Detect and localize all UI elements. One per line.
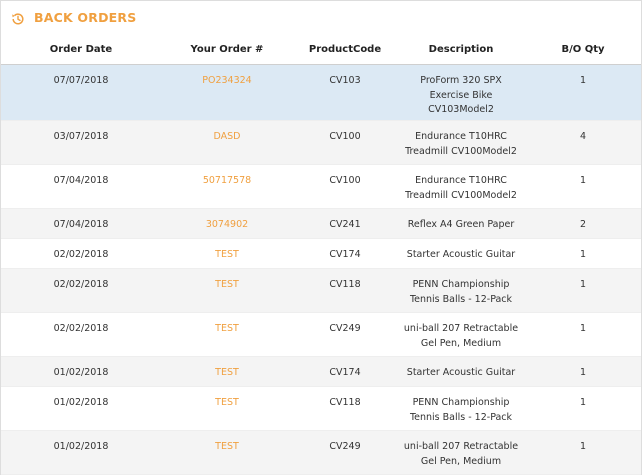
description-line: Treadmill CV100Model2 <box>405 189 517 201</box>
order-number-link[interactable]: TEST <box>215 279 239 290</box>
table-header-row: Order Date Your Order # ProductCode Desc… <box>1 34 641 65</box>
description-cell: ProForm 320 SPX Exercise Bike CV103Model… <box>397 64 525 121</box>
order-date-cell: 07/04/2018 <box>53 175 109 186</box>
description-line: Tennis Balls - 12-Pack <box>409 293 513 305</box>
product-code-cell: CV100 <box>329 175 361 186</box>
order-number-link[interactable]: PO234324 <box>202 75 251 86</box>
bo-qty-cell: 1 <box>525 430 641 475</box>
order-number-link[interactable]: TEST <box>215 323 239 334</box>
back-orders-panel: BACK ORDERS Order Date Your Order # Prod… <box>0 0 642 475</box>
product-code-cell: CV174 <box>329 249 361 260</box>
description-cell: PENN Championship Tennis Balls - 12-Pack <box>397 268 525 313</box>
order-number-cell: TEST <box>161 268 293 313</box>
panel-header: BACK ORDERS <box>1 1 641 34</box>
product-code-cell: CV100 <box>293 120 397 165</box>
order-date-cell: 01/02/2018 <box>1 356 161 387</box>
column-header-description[interactable]: Description <box>397 34 525 65</box>
description-line: Treadmill CV100Model2 <box>405 145 517 157</box>
bo-qty-cell: 2 <box>525 208 641 239</box>
description-line: Gel Pen, Medium <box>420 455 502 467</box>
product-code-cell: CV174 <box>293 356 397 387</box>
description-line: Starter Acoustic Guitar <box>406 249 516 260</box>
order-number-cell: TEST <box>161 313 293 357</box>
order-number-cell: TEST <box>161 430 293 475</box>
bo-qty-cell: 1 <box>525 268 641 313</box>
bo-qty-cell: 1 <box>579 249 587 260</box>
order-date-cell: 02/02/2018 <box>53 249 109 260</box>
order-number-link[interactable]: TEST <box>215 249 239 260</box>
order-number-link[interactable]: TEST <box>215 397 239 408</box>
order-date-cell: 07/07/2018 <box>1 64 161 121</box>
column-header-your-order[interactable]: Your Order # <box>161 34 293 65</box>
description-line: Tennis Balls - 12-Pack <box>409 411 513 423</box>
description-line: Gel Pen, Medium <box>420 337 502 349</box>
back-orders-table: Order Date Your Order # ProductCode Desc… <box>1 34 641 475</box>
order-number-cell: DASD <box>161 120 293 165</box>
order-number-cell: TEST <box>161 239 293 269</box>
product-code-cell: CV118 <box>293 268 397 313</box>
bo-qty-cell: 1 <box>525 64 641 121</box>
description-line: Reflex A4 Green Paper <box>407 219 515 230</box>
description-line: PENN Championship <box>412 397 510 408</box>
description-cell: Reflex A4 Green Paper <box>397 208 525 239</box>
order-number-link[interactable]: 3074902 <box>206 219 248 230</box>
order-number-link[interactable]: TEST <box>215 367 239 378</box>
description-line: Endurance T10HRC <box>415 175 507 186</box>
order-number-link[interactable]: DASD <box>214 131 241 142</box>
order-date-cell: 01/02/2018 <box>1 430 161 475</box>
table-row[interactable]: 07/04/2018 50717578 CV100 Endurance T10H… <box>1 165 641 209</box>
column-header-product-code[interactable]: ProductCode <box>293 34 397 65</box>
description-line: PENN Championship <box>412 279 510 290</box>
order-number-cell: TEST <box>161 387 293 431</box>
table-row[interactable]: 01/02/2018 TEST CV249 uni-ball 207 Retra… <box>1 430 641 475</box>
order-number-cell: PO234324 <box>161 64 293 121</box>
product-code-cell: CV103 <box>293 64 397 121</box>
description-cell: Starter Acoustic Guitar <box>397 356 525 387</box>
bo-qty-cell: 1 <box>579 397 587 408</box>
description-cell: Starter Acoustic Guitar <box>397 239 525 269</box>
description-cell: Endurance T10HRC Treadmill CV100Model2 <box>397 165 525 209</box>
table-row[interactable]: 02/02/2018 TEST CV174 Starter Acoustic G… <box>1 239 641 269</box>
description-line: Exercise Bike <box>429 89 493 101</box>
history-icon <box>11 11 25 25</box>
order-date-cell: 01/02/2018 <box>53 397 109 408</box>
order-number-link[interactable]: TEST <box>215 441 239 452</box>
order-number-cell: 3074902 <box>161 208 293 239</box>
table-row[interactable]: 02/02/2018 TEST CV249 uni-ball 207 Retra… <box>1 313 641 357</box>
description-line: uni-ball 207 Retractable <box>403 323 519 334</box>
description-line: Endurance T10HRC <box>415 131 507 142</box>
table-row[interactable]: 07/04/2018 3074902 CV241 Reflex A4 Green… <box>1 208 641 239</box>
table-row[interactable]: 07/07/2018 PO234324 CV103 ProForm 320 SP… <box>1 64 641 121</box>
table-row[interactable]: 03/07/2018 DASD CV100 Endurance T10HRC T… <box>1 120 641 165</box>
order-date-cell: 07/04/2018 <box>1 208 161 239</box>
column-header-bo-qty[interactable]: B/O Qty <box>525 34 641 65</box>
bo-qty-cell: 1 <box>525 356 641 387</box>
product-code-cell: CV241 <box>293 208 397 239</box>
order-number-cell: TEST <box>161 356 293 387</box>
bo-qty-cell: 1 <box>579 323 587 334</box>
table-row[interactable]: 01/02/2018 TEST CV174 Starter Acoustic G… <box>1 356 641 387</box>
product-code-cell: CV249 <box>329 323 361 334</box>
description-line: uni-ball 207 Retractable <box>403 441 519 452</box>
column-header-order-date[interactable]: Order Date <box>1 34 161 65</box>
description-cell: uni-ball 207 Retractable Gel Pen, Medium <box>397 313 525 357</box>
description-cell: Endurance T10HRC Treadmill CV100Model2 <box>397 120 525 165</box>
description-line: CV103Model2 <box>428 104 494 115</box>
bo-qty-cell: 1 <box>579 175 587 186</box>
order-number-cell: 50717578 <box>161 165 293 209</box>
product-code-cell: CV118 <box>329 397 361 408</box>
description-line: Starter Acoustic Guitar <box>406 367 516 378</box>
table-row[interactable]: 02/02/2018 TEST CV118 PENN Championship … <box>1 268 641 313</box>
table-row[interactable]: 01/02/2018 TEST CV118 PENN Championship … <box>1 387 641 431</box>
order-date-cell: 02/02/2018 <box>53 323 109 334</box>
description-cell: PENN Championship Tennis Balls - 12-Pack <box>397 387 525 431</box>
order-date-cell: 03/07/2018 <box>1 120 161 165</box>
description-cell: uni-ball 207 Retractable Gel Pen, Medium <box>397 430 525 475</box>
bo-qty-cell: 4 <box>525 120 641 165</box>
order-date-cell: 02/02/2018 <box>1 268 161 313</box>
panel-title: BACK ORDERS <box>34 10 137 25</box>
product-code-cell: CV249 <box>293 430 397 475</box>
description-line: ProForm 320 SPX <box>420 75 502 86</box>
order-number-link[interactable]: 50717578 <box>203 175 251 186</box>
